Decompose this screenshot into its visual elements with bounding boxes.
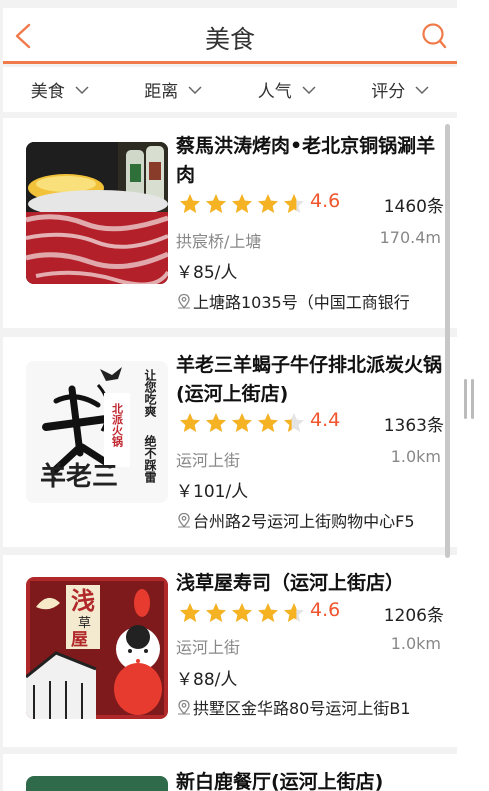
filter-label: 人气 <box>257 82 292 102</box>
restaurant-name: 蔡馬洪涛烤肉•老北京铜锅涮羊肉 <box>176 135 436 186</box>
yanglaosan-logo: 北派火锅 让您吃爽 绝不踩雷 羊老三 <box>26 361 168 503</box>
address: 拱墅区金华路80号运河上街B1 <box>176 695 446 719</box>
review-count: 1206条 <box>383 606 444 626</box>
review-count: 1363条 <box>383 416 444 436</box>
star-icon <box>180 413 200 432</box>
price-per-person: ￥88/人 <box>176 670 238 690</box>
app-screen: 美食 美食 距离 人气 评分 蔡馬洪涛烤肉•老北京铜锅涮羊肉 4.6 1460条… <box>0 0 457 791</box>
sign-text-2: 草 <box>78 616 91 631</box>
chevron-down-icon <box>75 85 89 94</box>
filter-label: 距离 <box>144 82 179 102</box>
restaurant-card[interactable]: 新白鹿餐厅(运河上街店) <box>3 754 457 791</box>
scrollbar-thumb[interactable] <box>445 124 450 558</box>
brand-text: 羊老三 <box>40 461 118 492</box>
star-icon <box>232 194 252 213</box>
filter-category[interactable]: 美食 <box>3 67 117 112</box>
restaurant-photo <box>26 142 168 284</box>
star-rating <box>178 411 308 435</box>
filter-label: 美食 <box>30 82 65 102</box>
star-icon <box>284 194 304 213</box>
chevron-down-icon <box>415 85 429 94</box>
star-rating <box>178 601 308 625</box>
rating-row: 4.6 1206条 <box>176 599 444 627</box>
restaurant-photo <box>26 776 168 791</box>
star-icon <box>258 413 278 432</box>
star-icon <box>180 194 200 213</box>
star-icon <box>206 194 226 213</box>
slogan-text-2: 绝不踩雷 <box>143 434 157 484</box>
business-area: 运河上街 <box>176 638 241 657</box>
restaurant-photo: 北派火锅 让您吃爽 绝不踩雷 羊老三 <box>26 361 168 503</box>
sign-text-1: 浅 <box>71 587 95 615</box>
asakusaya-illustration: 浅 草 屋 <box>26 577 168 719</box>
rating-row: 4.4 1363条 <box>176 409 444 437</box>
address-text: 台州路2号运河上街购物中心F5 <box>193 512 415 531</box>
seal-text: 北派火锅 <box>111 402 124 448</box>
restaurant-card[interactable]: 蔡馬洪涛烤肉•老北京铜锅涮羊肉 4.6 1460条 拱宸桥/上塘 170.4m … <box>3 118 457 328</box>
rating-score: 4.6 <box>310 599 341 621</box>
address-text: 上塘路1035号（中国工商银行 <box>193 293 410 312</box>
filter-label: 评分 <box>371 82 406 102</box>
rating-row: 4.6 1460条 <box>176 190 444 218</box>
address-text: 拱墅区金华路80号运河上街B1 <box>193 699 411 718</box>
restaurant-name: 浅草屋寿司（运河上街店） <box>176 572 405 594</box>
distance: 170.4m <box>379 228 441 247</box>
page-title: 美食 <box>204 25 255 54</box>
rating-score: 4.4 <box>310 409 341 431</box>
filter-rating[interactable]: 评分 <box>344 67 458 112</box>
address: 上塘路1035号（中国工商银行 <box>176 289 446 313</box>
star-icon <box>180 603 200 622</box>
star-icon <box>258 194 278 213</box>
header-bar: 美食 <box>3 8 457 64</box>
star-icon <box>206 603 226 622</box>
chevron-down-icon <box>188 85 202 94</box>
distance: 1.0km <box>390 447 441 466</box>
location-pin-icon <box>178 699 190 715</box>
review-count: 1460条 <box>383 197 444 217</box>
search-icon[interactable] <box>421 22 447 50</box>
star-icon <box>206 413 226 432</box>
distance: 1.0km <box>390 634 441 653</box>
star-icon <box>232 603 252 622</box>
rating-score: 4.6 <box>310 190 341 212</box>
price-per-person: ￥85/人 <box>176 263 238 283</box>
star-icon <box>284 413 304 432</box>
star-rating <box>178 192 308 216</box>
business-area: 拱宸桥/上塘 <box>176 232 262 251</box>
star-icon <box>284 603 304 622</box>
filter-distance[interactable]: 距离 <box>117 67 231 112</box>
filter-bar: 美食 距离 人气 评分 <box>3 67 457 112</box>
slogan-text-1: 让您吃爽 <box>143 368 157 418</box>
address: 台州路2号运河上街购物中心F5 <box>176 508 446 532</box>
restaurant-photo: 浅 草 屋 <box>26 577 168 719</box>
location-pin-icon <box>178 293 190 309</box>
chevron-down-icon <box>302 85 316 94</box>
grilled-meat-photo <box>26 142 168 284</box>
restaurant-name: 羊老三羊蝎子牛仔排北派炭火锅(运河上街店) <box>176 354 443 405</box>
filter-popularity[interactable]: 人气 <box>230 67 344 112</box>
restaurant-card[interactable]: 浅 草 屋 浅草屋寿司（运河上街店） 4.6 1206条 运河上街 1.0km … <box>3 555 457 747</box>
restaurant-card[interactable]: 北派火锅 让您吃爽 绝不踩雷 羊老三 羊老三羊蝎子牛仔排北派炭火锅(运河上街店)… <box>3 337 457 547</box>
price-per-person: ￥101/人 <box>176 482 249 502</box>
star-icon <box>258 603 278 622</box>
restaurant-name: 新白鹿餐厅(运河上街店) <box>176 771 384 791</box>
star-icon <box>232 413 252 432</box>
sign-text-3: 屋 <box>71 630 88 650</box>
location-pin-icon <box>178 512 190 528</box>
business-area: 运河上街 <box>176 451 241 470</box>
panel-resize-handle[interactable] <box>464 379 474 419</box>
